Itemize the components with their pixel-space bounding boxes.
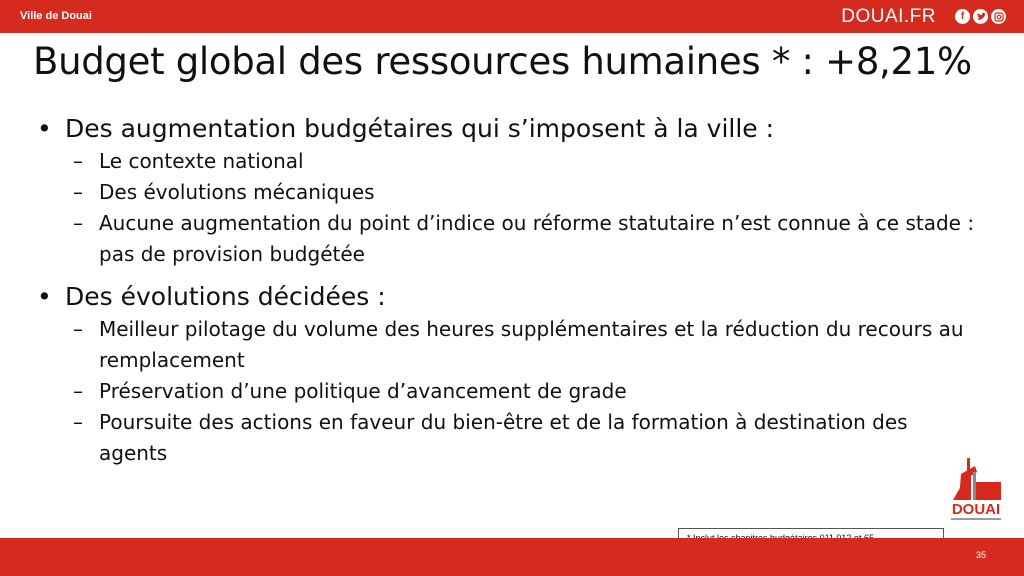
slide-title: Budget global des ressources humaines * … [33,40,972,83]
logo-text: DOUAI [952,501,1000,518]
sub-item-text: Aucune augmentation du point d’indice ou… [99,211,975,266]
instagram-icon[interactable] [991,9,1006,24]
douai-logo: DOUAI [951,458,1001,520]
bullet-heading: Des évolutions décidées : [65,282,386,311]
bullet-item: • Des évolutions décidées : [37,280,977,314]
sub-item: – Le contexte national [73,146,977,177]
bullet-marker: • [37,282,52,311]
dash-marker: – [73,410,83,434]
sub-item: – Poursuite des actions en faveur du bie… [73,407,977,469]
section-imposed: • Des augmentation budgétaires qui s’imp… [37,112,977,270]
sub-item-text: Meilleur pilotage du volume des heures s… [99,317,964,372]
page-number: 35 [975,550,986,560]
slide-content: • Des augmentation budgétaires qui s’imp… [37,112,977,479]
site-link[interactable]: DOUAI.FR [841,6,936,28]
sub-item-text: Préservation d’une politique d’avancemen… [99,379,627,403]
footer-bar [0,538,1024,576]
sub-item: – Des évolutions mécaniques [73,177,977,208]
facebook-icon[interactable]: f [955,9,970,24]
sub-item-text: Poursuite des actions en faveur du bien-… [99,410,908,465]
sub-item: – Préservation d’une politique d’avancem… [73,376,977,407]
city-label: Ville de Douai [20,10,92,22]
sub-item: – Aucune augmentation du point d’indice … [73,208,977,270]
section-decided: • Des évolutions décidées : – Meilleur p… [37,280,977,469]
bullet-heading: Des augmentation budgétaires qui s’impos… [65,114,775,143]
social-links: f [955,9,1006,24]
dash-marker: – [73,149,83,173]
dash-marker: – [73,211,83,235]
dash-marker: – [73,379,83,403]
sub-item-text: Le contexte national [99,149,304,173]
sub-item-text: Des évolutions mécaniques [99,180,375,204]
bullet-item: • Des augmentation budgétaires qui s’imp… [37,112,977,146]
twitter-icon[interactable] [973,9,988,24]
sub-item: – Meilleur pilotage du volume des heures… [73,314,977,376]
bullet-marker: • [37,114,52,143]
dash-marker: – [73,180,83,204]
dash-marker: – [73,317,83,341]
